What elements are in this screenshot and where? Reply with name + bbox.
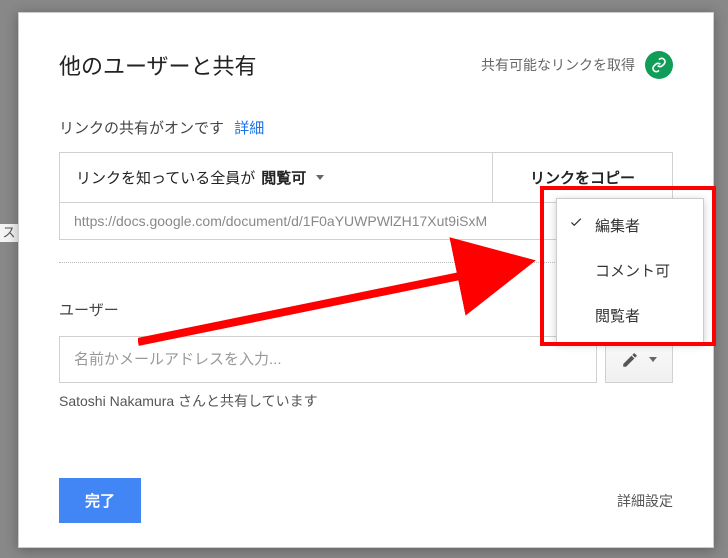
get-link-label: 共有可能なリンクを取得 [481, 55, 635, 75]
check-icon [569, 215, 583, 233]
get-shareable-link-button[interactable]: 共有可能なリンクを取得 [481, 51, 673, 79]
done-button[interactable]: 完了 [59, 478, 141, 523]
link-sharing-status: リンクの共有がオンです 詳細 [59, 117, 673, 138]
detail-link[interactable]: 詳細 [234, 120, 264, 137]
advanced-settings-link[interactable]: 詳細設定 [617, 491, 673, 511]
dropdown-item-commenter[interactable]: コメント可 [557, 248, 703, 293]
caret-down-icon [649, 357, 657, 362]
permission-dropdown-menu: 編集者 コメント可 閲覧者 [556, 198, 704, 343]
access-bold: 閲覧可 [261, 167, 306, 188]
dropdown-item-label: 編集者 [595, 218, 640, 235]
copy-link-button[interactable]: リンクをコピー [492, 153, 672, 202]
caret-down-icon [316, 175, 324, 180]
link-box-header: リンクを知っている全員が 閲覧可 リンクをコピー [60, 153, 672, 203]
shared-with-text: Satoshi Nakamura さんと共有しています [59, 391, 673, 411]
dropdown-item-editor[interactable]: 編集者 [557, 203, 703, 248]
dialog-footer: 完了 詳細設定 [59, 478, 673, 523]
dropdown-item-label: コメント可 [595, 263, 670, 280]
dropdown-item-viewer[interactable]: 閲覧者 [557, 293, 703, 338]
dialog-title: 他のユーザーと共有 [59, 49, 257, 81]
users-input-row [59, 336, 673, 383]
link-icon [645, 51, 673, 79]
background-fragment: ス [0, 224, 18, 242]
access-prefix: リンクを知っている全員が [76, 167, 255, 188]
permission-picker-button[interactable] [605, 336, 673, 383]
dropdown-item-label: 閲覧者 [595, 308, 640, 325]
pencil-icon [621, 351, 639, 369]
user-email-input[interactable] [59, 336, 597, 383]
status-text: リンクの共有がオンです [59, 120, 224, 137]
access-level-dropdown[interactable]: リンクを知っている全員が 閲覧可 [60, 153, 492, 202]
dialog-header: 他のユーザーと共有 共有可能なリンクを取得 [59, 49, 673, 81]
